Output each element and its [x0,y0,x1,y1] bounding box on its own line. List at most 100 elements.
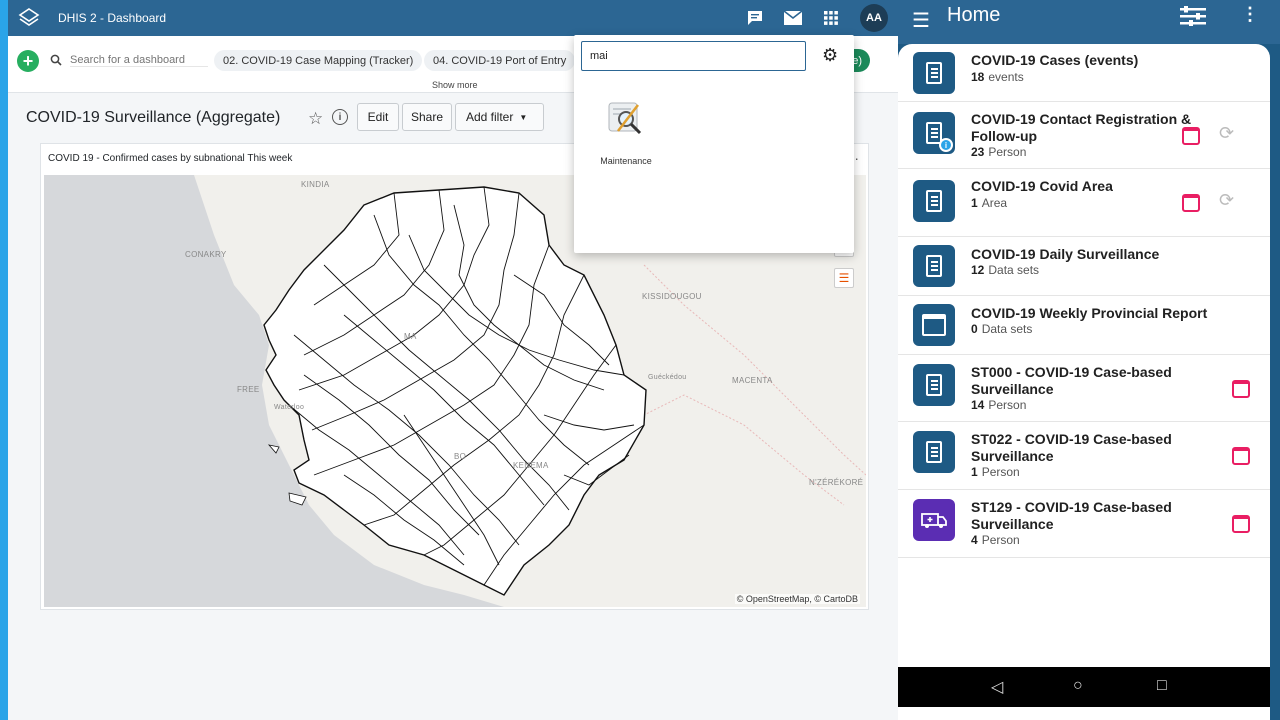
android-toolbar: ☰ Home ⋮ [898,0,1280,44]
overflow-menu-icon[interactable]: ⋮ [1241,4,1259,25]
header-bar: DHIS 2 - Dashboard AA [8,0,898,36]
program-count: 23 [971,145,985,159]
program-item[interactable]: COVID-19 Covid Area 1 Area ⟳ [898,169,1270,237]
map-label: KINDIA [301,180,330,189]
program-count: 1 [971,465,978,479]
program-count: 12 [971,263,985,277]
program-meta: 18 events [971,70,1024,84]
caret-down-icon: ▼ [519,112,528,122]
apps-grid-icon[interactable] [822,9,840,27]
dashboard-search-input[interactable] [70,54,208,67]
calendar-icon[interactable] [1182,194,1200,212]
calendar-icon[interactable] [1232,380,1250,398]
program-unit: events [988,70,1024,84]
maintenance-app-tile[interactable]: Maintenance [596,97,656,166]
dhis2-dashboard-app: DHIS 2 - Dashboard AA + 02. CO [0,0,898,720]
program-item[interactable]: ST129 - COVID-19 Case-based Surveillance… [898,490,1270,558]
program-list: COVID-19 Cases (events) 18 events i COVID… [898,44,1270,667]
star-icon[interactable]: ☆ [308,109,323,129]
program-unit: Person [988,398,1027,412]
calendar-icon[interactable] [1232,447,1250,465]
settings-gear-icon[interactable]: ⚙ [822,45,838,66]
search-icon [50,54,62,69]
home-nav-icon[interactable]: ○ [1073,677,1083,695]
messages-icon[interactable] [746,9,764,27]
map-label: KENEMA [513,461,549,470]
program-item[interactable]: COVID-19 Weekly Provincial Report 0 Data … [898,296,1270,355]
program-unit: Person [981,465,1020,479]
program-meta: 0 Data sets [971,322,1032,336]
info-icon[interactable]: i [332,109,348,125]
program-name: COVID-19 Covid Area [971,178,1113,194]
dashboard-title: COVID-19 Surveillance (Aggregate) [26,109,281,126]
legend-list-icon[interactable]: ☰ [834,268,854,288]
sync-icon[interactable]: ⟳ [1219,190,1234,211]
add-dashboard-button[interactable]: + [17,50,39,72]
doc-icon: i [913,112,955,154]
map-label: CONAKRY [185,250,227,259]
recents-nav-icon[interactable]: □ [1157,677,1167,695]
program-unit: Person [988,145,1027,159]
show-more-link[interactable]: Show more [432,80,478,90]
program-name: COVID-19 Cases (events) [971,52,1139,68]
screen: DHIS 2 - Dashboard AA + 02. CO [0,0,1280,720]
android-capture-app: ☰ Home ⋮ COVID-19 Cases (events) 18 event… [898,0,1280,720]
app-search-popup: ⚙ Maintenance [574,35,854,253]
program-count: 1 [971,196,978,210]
edit-button[interactable]: Edit [357,103,399,131]
program-item[interactable]: ST000 - COVID-19 Case-based Surveillance… [898,355,1270,422]
android-home-title: Home [947,4,1001,26]
info-badge-icon: i [939,138,953,152]
profile-avatar[interactable]: AA [860,4,888,32]
program-name: COVID-19 Weekly Provincial Report [971,305,1208,321]
program-name: COVID-19 Contact Registration & Follow-u… [971,111,1192,144]
sync-icon[interactable]: ⟳ [1219,123,1234,144]
program-meta: 12 Data sets [971,263,1039,277]
program-meta: 1 Person [971,465,1020,479]
map-label: BO [454,452,467,461]
program-unit: Data sets [988,263,1040,277]
program-meta: 4 Person [971,533,1020,547]
calendar-icon[interactable] [1232,515,1250,533]
program-unit: Area [981,196,1008,210]
program-meta: 1 Area [971,196,1007,210]
program-item[interactable]: i COVID-19 Contact Registration & Follow… [898,102,1270,169]
dashboard-chip[interactable]: 04. COVID-19 Port of Entry [424,50,576,71]
bottom-strip [898,707,1270,720]
doc-icon [913,180,955,222]
map-item-title: COVID 19 - Confirmed cases by subnationa… [48,153,293,164]
doc-icon [913,245,955,287]
map-label: N'ZÉRÉKORÉ [809,478,864,487]
add-filter-button[interactable]: Add filter ▼ [455,103,544,131]
dhis2-logo-icon[interactable] [18,7,40,29]
share-button[interactable]: Share [402,103,452,131]
program-count: 0 [971,322,978,336]
android-nav-bar: ◁ ○ □ [898,667,1270,707]
maintenance-app-icon [608,102,642,135]
filter-icon[interactable] [1180,6,1206,31]
app-search-input[interactable] [581,41,806,71]
program-item[interactable]: ST022 - COVID-19 Case-based Surveillance… [898,422,1270,490]
maintenance-app-label: Maintenance [600,156,652,166]
add-filter-label: Add filter [466,110,514,124]
doc-icon [913,364,955,406]
program-count: 4 [971,533,978,547]
map-label: KISSIDOUGOU [642,292,702,301]
calendar-icon[interactable] [1182,127,1200,145]
map-label: Guéckédou [648,374,687,381]
map-label: FREE [237,385,260,394]
program-meta: 23 Person [971,145,1026,159]
program-item[interactable]: COVID-19 Cases (events) 18 events [898,44,1270,102]
mail-icon[interactable] [784,9,802,27]
back-nav-icon[interactable]: ◁ [991,677,1003,697]
dashboard-chip[interactable]: 02. COVID-19 Case Mapping (Tracker) [214,50,423,71]
program-item[interactable]: COVID-19 Daily Surveillance 12 Data sets [898,237,1270,296]
program-count: 18 [971,70,985,84]
calendar-icon [913,304,955,346]
program-name: COVID-19 Daily Surveillance [971,246,1160,262]
program-unit: Person [981,533,1020,547]
program-name: ST129 - COVID-19 Case-based Surveillance [971,499,1172,532]
map-label: Waterloo [274,404,305,411]
doc-icon [913,431,955,473]
hamburger-menu-icon[interactable]: ☰ [912,8,930,33]
